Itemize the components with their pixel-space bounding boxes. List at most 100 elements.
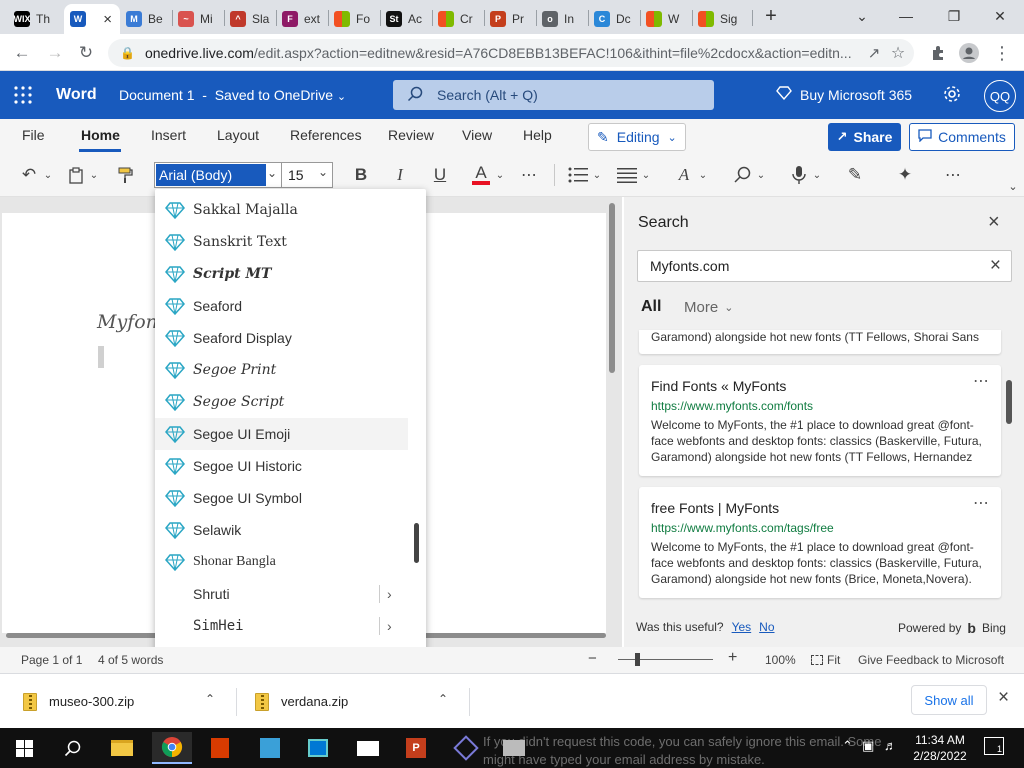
font-list-item[interactable]: Segoe UI Emoji [155,418,408,450]
editing-mode-button[interactable]: ✎ Editing ⌄ [588,123,686,151]
address-bar[interactable]: 🔒 onedrive.live.com/edit.aspx?action=edi… [108,39,914,67]
font-list-item[interactable]: Shruti › [155,578,408,610]
browser-tab[interactable]: ^ Sla [224,4,276,34]
word-count[interactable]: 4 of 5 words [98,653,163,667]
tab-layout[interactable]: Layout [217,127,259,143]
network-icon[interactable]: ▣ [862,738,874,754]
tab-search-chevron-icon[interactable]: ⌄ [840,0,884,32]
font-color-dropdown-icon[interactable]: ⌄ [494,162,506,188]
share-button[interactable]: ↗ Share [828,123,901,151]
tab-insert[interactable]: Insert [151,127,186,143]
restore-icon[interactable]: ❐ [932,0,976,32]
browser-tab[interactable]: P Pr [484,4,536,34]
zoom-out-icon[interactable]: − [588,650,597,667]
browser-tab[interactable]: Fo [328,4,380,34]
give-feedback-link[interactable]: Give Feedback to Microsoft [858,653,1004,667]
office-icon[interactable] [200,732,240,764]
browser-tab[interactable]: M Be [120,4,172,34]
close-window-icon[interactable]: ✕ [978,0,1022,32]
more-font-options-icon[interactable]: ⋯ [517,162,541,188]
search-pane-scrollbar[interactable] [1006,380,1012,424]
volume-icon[interactable]: ♬ [884,738,897,753]
font-size-box[interactable]: 15 ⌄ [281,162,333,188]
search-result-card[interactable]: Find Fonts « MyFonts https://www.myfonts… [639,365,1001,476]
result-url[interactable]: https://www.myfonts.com/tags/free [651,521,834,535]
result-title[interactable]: free Fonts | MyFonts [651,500,779,516]
close-icon[interactable]: × [988,211,1000,234]
fit-button[interactable]: Fit [811,653,840,667]
windows-start-icon[interactable] [4,732,44,764]
tab-help[interactable]: Help [523,127,552,143]
settings-gear-icon[interactable] [942,84,962,107]
more-options-icon[interactable]: ⋯ [973,371,990,391]
bold-button[interactable]: B [350,162,372,188]
browser-tab[interactable]: Cr [432,4,484,34]
result-title[interactable]: Find Fonts « MyFonts [651,378,786,394]
share-page-icon[interactable]: ↗ [862,41,886,65]
close-tab-icon[interactable]: × [103,11,112,28]
chevron-down-icon[interactable]: ⌄ [318,165,328,179]
chrome-icon[interactable] [152,732,192,764]
download-item[interactable]: museo-300.zip [23,674,134,729]
editor-pen-icon[interactable]: ✎ [843,162,867,188]
avatar[interactable]: QQ [984,80,1016,112]
filter-all-tab[interactable]: All [641,298,661,316]
close-downloads-icon[interactable]: × [998,687,1009,709]
app-icon[interactable] [446,732,486,764]
font-list-item[interactable]: Selawik [155,514,408,546]
chevron-right-icon[interactable]: › [387,586,392,602]
tray-chevron-up-icon[interactable]: ⌃ [842,738,853,754]
app-name[interactable]: Word [56,86,97,104]
forward-button[interactable]: → [43,41,67,65]
new-tab-icon[interactable]: + [754,0,788,32]
clock[interactable]: 11:34 AM 2/28/2022 [912,732,968,764]
document-title[interactable]: Document 1 - Saved to OneDrive ⌄ [119,87,346,103]
bookmark-star-icon[interactable]: ☆ [886,41,910,65]
font-list-item[interactable]: SimHei › [155,610,408,642]
font-list-scrollbar[interactable] [414,523,419,563]
browser-tab[interactable]: St Ac [380,4,432,34]
search-result-card[interactable]: free Fonts | MyFonts https://www.myfonts… [639,487,1001,598]
font-list-item[interactable]: Shonar Bangla [155,546,408,578]
zoom-in-icon[interactable]: + [728,649,737,667]
app-launcher-icon[interactable] [14,86,32,107]
dictate-dropdown-icon[interactable]: ⌄ [811,162,823,188]
document-vertical-scrollbar[interactable] [609,203,615,373]
tab-review[interactable]: Review [388,127,434,143]
styles-icon[interactable]: A [672,162,696,188]
browser-tab[interactable]: ~ Mi [172,4,224,34]
app-icon[interactable] [250,732,290,764]
tab-references[interactable]: References [290,127,362,143]
underline-button[interactable]: U [429,162,451,188]
more-options-icon[interactable]: ⋯ [941,162,965,188]
taskbar-search-icon[interactable] [52,732,92,764]
paste-dropdown-icon[interactable]: ⌄ [88,162,100,188]
format-painter-icon[interactable] [114,162,138,188]
font-list-item[interactable]: Segoe UI Symbol [155,482,408,514]
font-list-item[interactable]: Segoe Print [155,354,408,386]
browser-menu-icon[interactable]: ⋮ [990,41,1014,65]
profile-icon[interactable] [957,41,981,65]
comments-button[interactable]: Comments [909,123,1015,151]
chevron-up-icon[interactable]: ⌃ [438,692,448,706]
styles-dropdown-icon[interactable]: ⌄ [697,162,709,188]
result-url[interactable]: https://www.myfonts.com/fonts [651,399,813,413]
font-name-input[interactable]: Arial (Body) [156,164,266,186]
designer-wand-icon[interactable]: ✦ [893,162,917,188]
undo-icon[interactable]: ↶ [17,162,41,188]
app-icon[interactable] [298,732,338,764]
no-link[interactable]: No [759,620,774,634]
italic-button[interactable]: I [389,162,411,188]
find-dropdown-icon[interactable]: ⌄ [755,162,767,188]
font-list-item[interactable]: Script MT [155,258,408,290]
search-input[interactable]: Search (Alt + Q) [393,80,714,110]
align-dropdown-icon[interactable]: ⌄ [640,162,652,188]
browser-tab[interactable]: Sig [692,4,752,34]
filter-more-dropdown[interactable]: More ⌄ [684,299,733,316]
tab-home[interactable]: Home [81,127,120,143]
font-list-item[interactable]: Sakkal Majalla [155,194,408,226]
zoom-level[interactable]: 100% [765,653,796,667]
browser-tab[interactable]: WIX Th [8,4,64,34]
show-all-button[interactable]: Show all [911,685,987,715]
undo-dropdown-icon[interactable]: ⌄ [42,162,54,188]
